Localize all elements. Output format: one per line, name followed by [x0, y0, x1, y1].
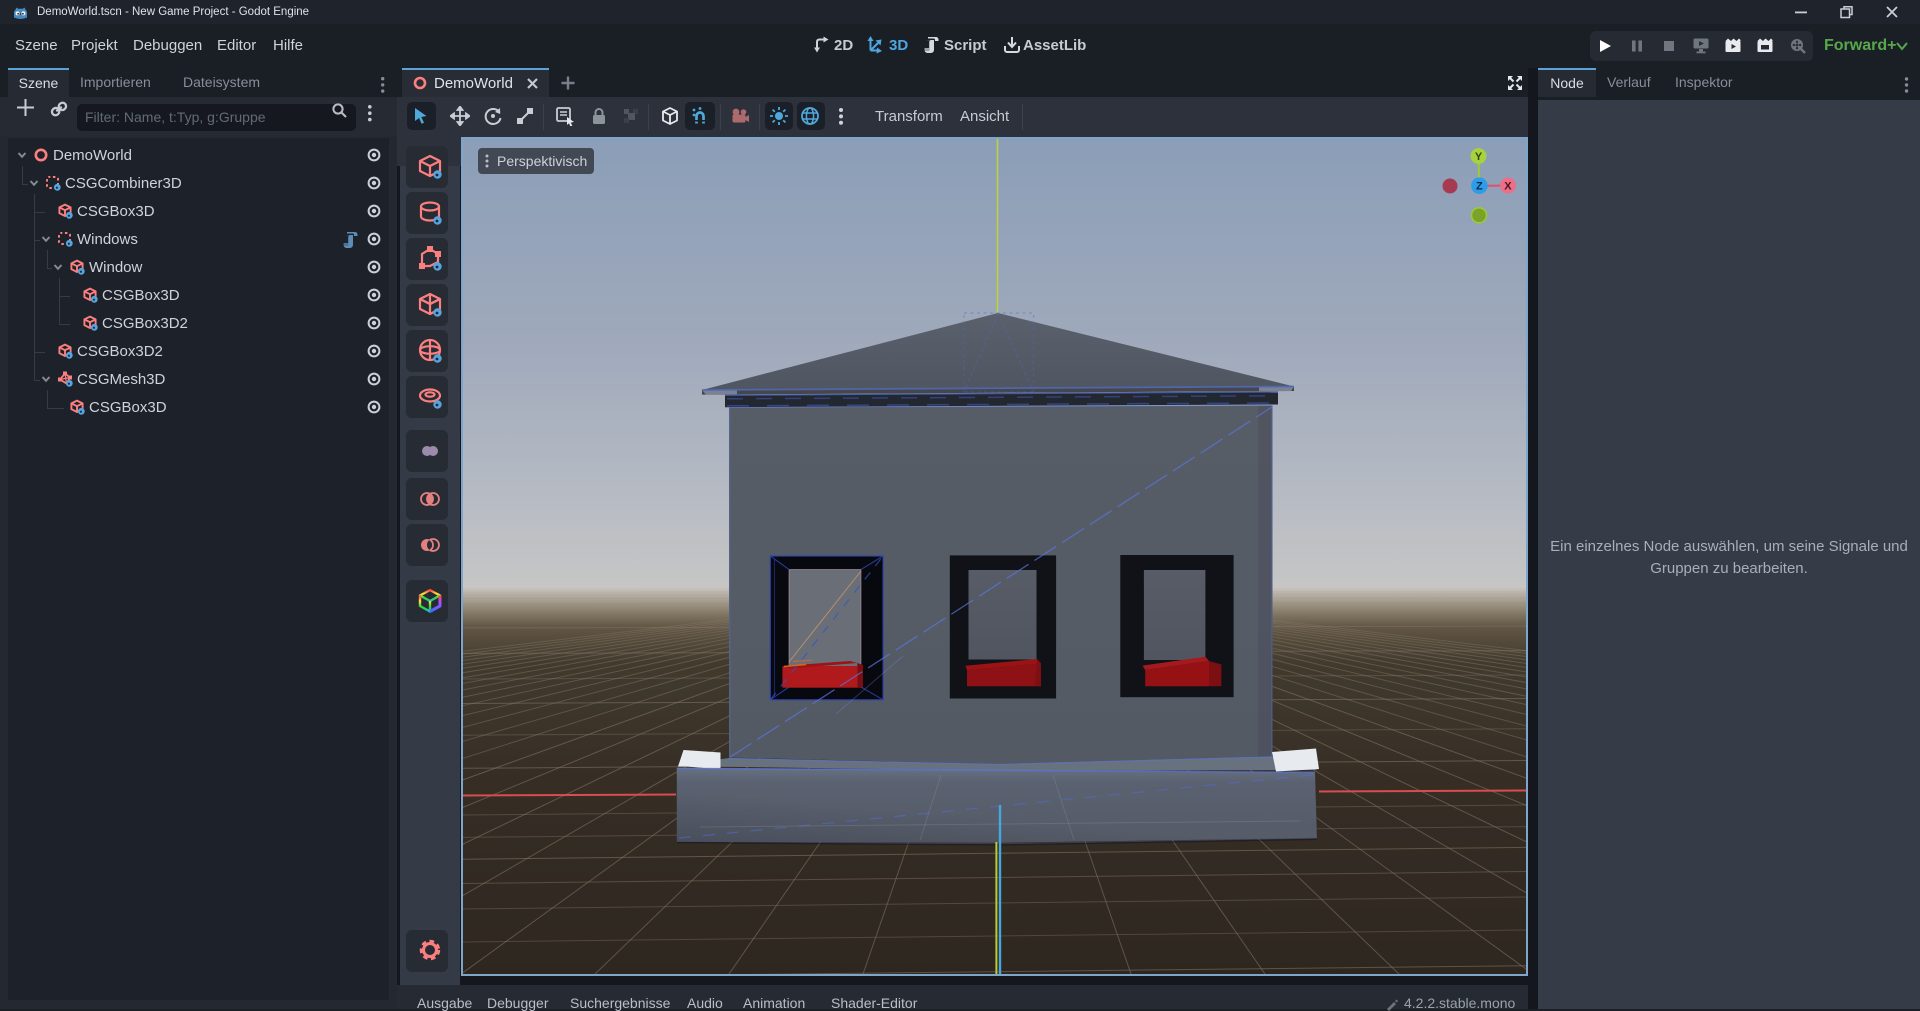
svg-text:X: X [1504, 181, 1512, 193]
svg-text:Z: Z [1476, 181, 1483, 193]
svg-text:Y: Y [1475, 151, 1483, 163]
svg-text:Perspektivisch: Perspektivisch [497, 153, 587, 169]
